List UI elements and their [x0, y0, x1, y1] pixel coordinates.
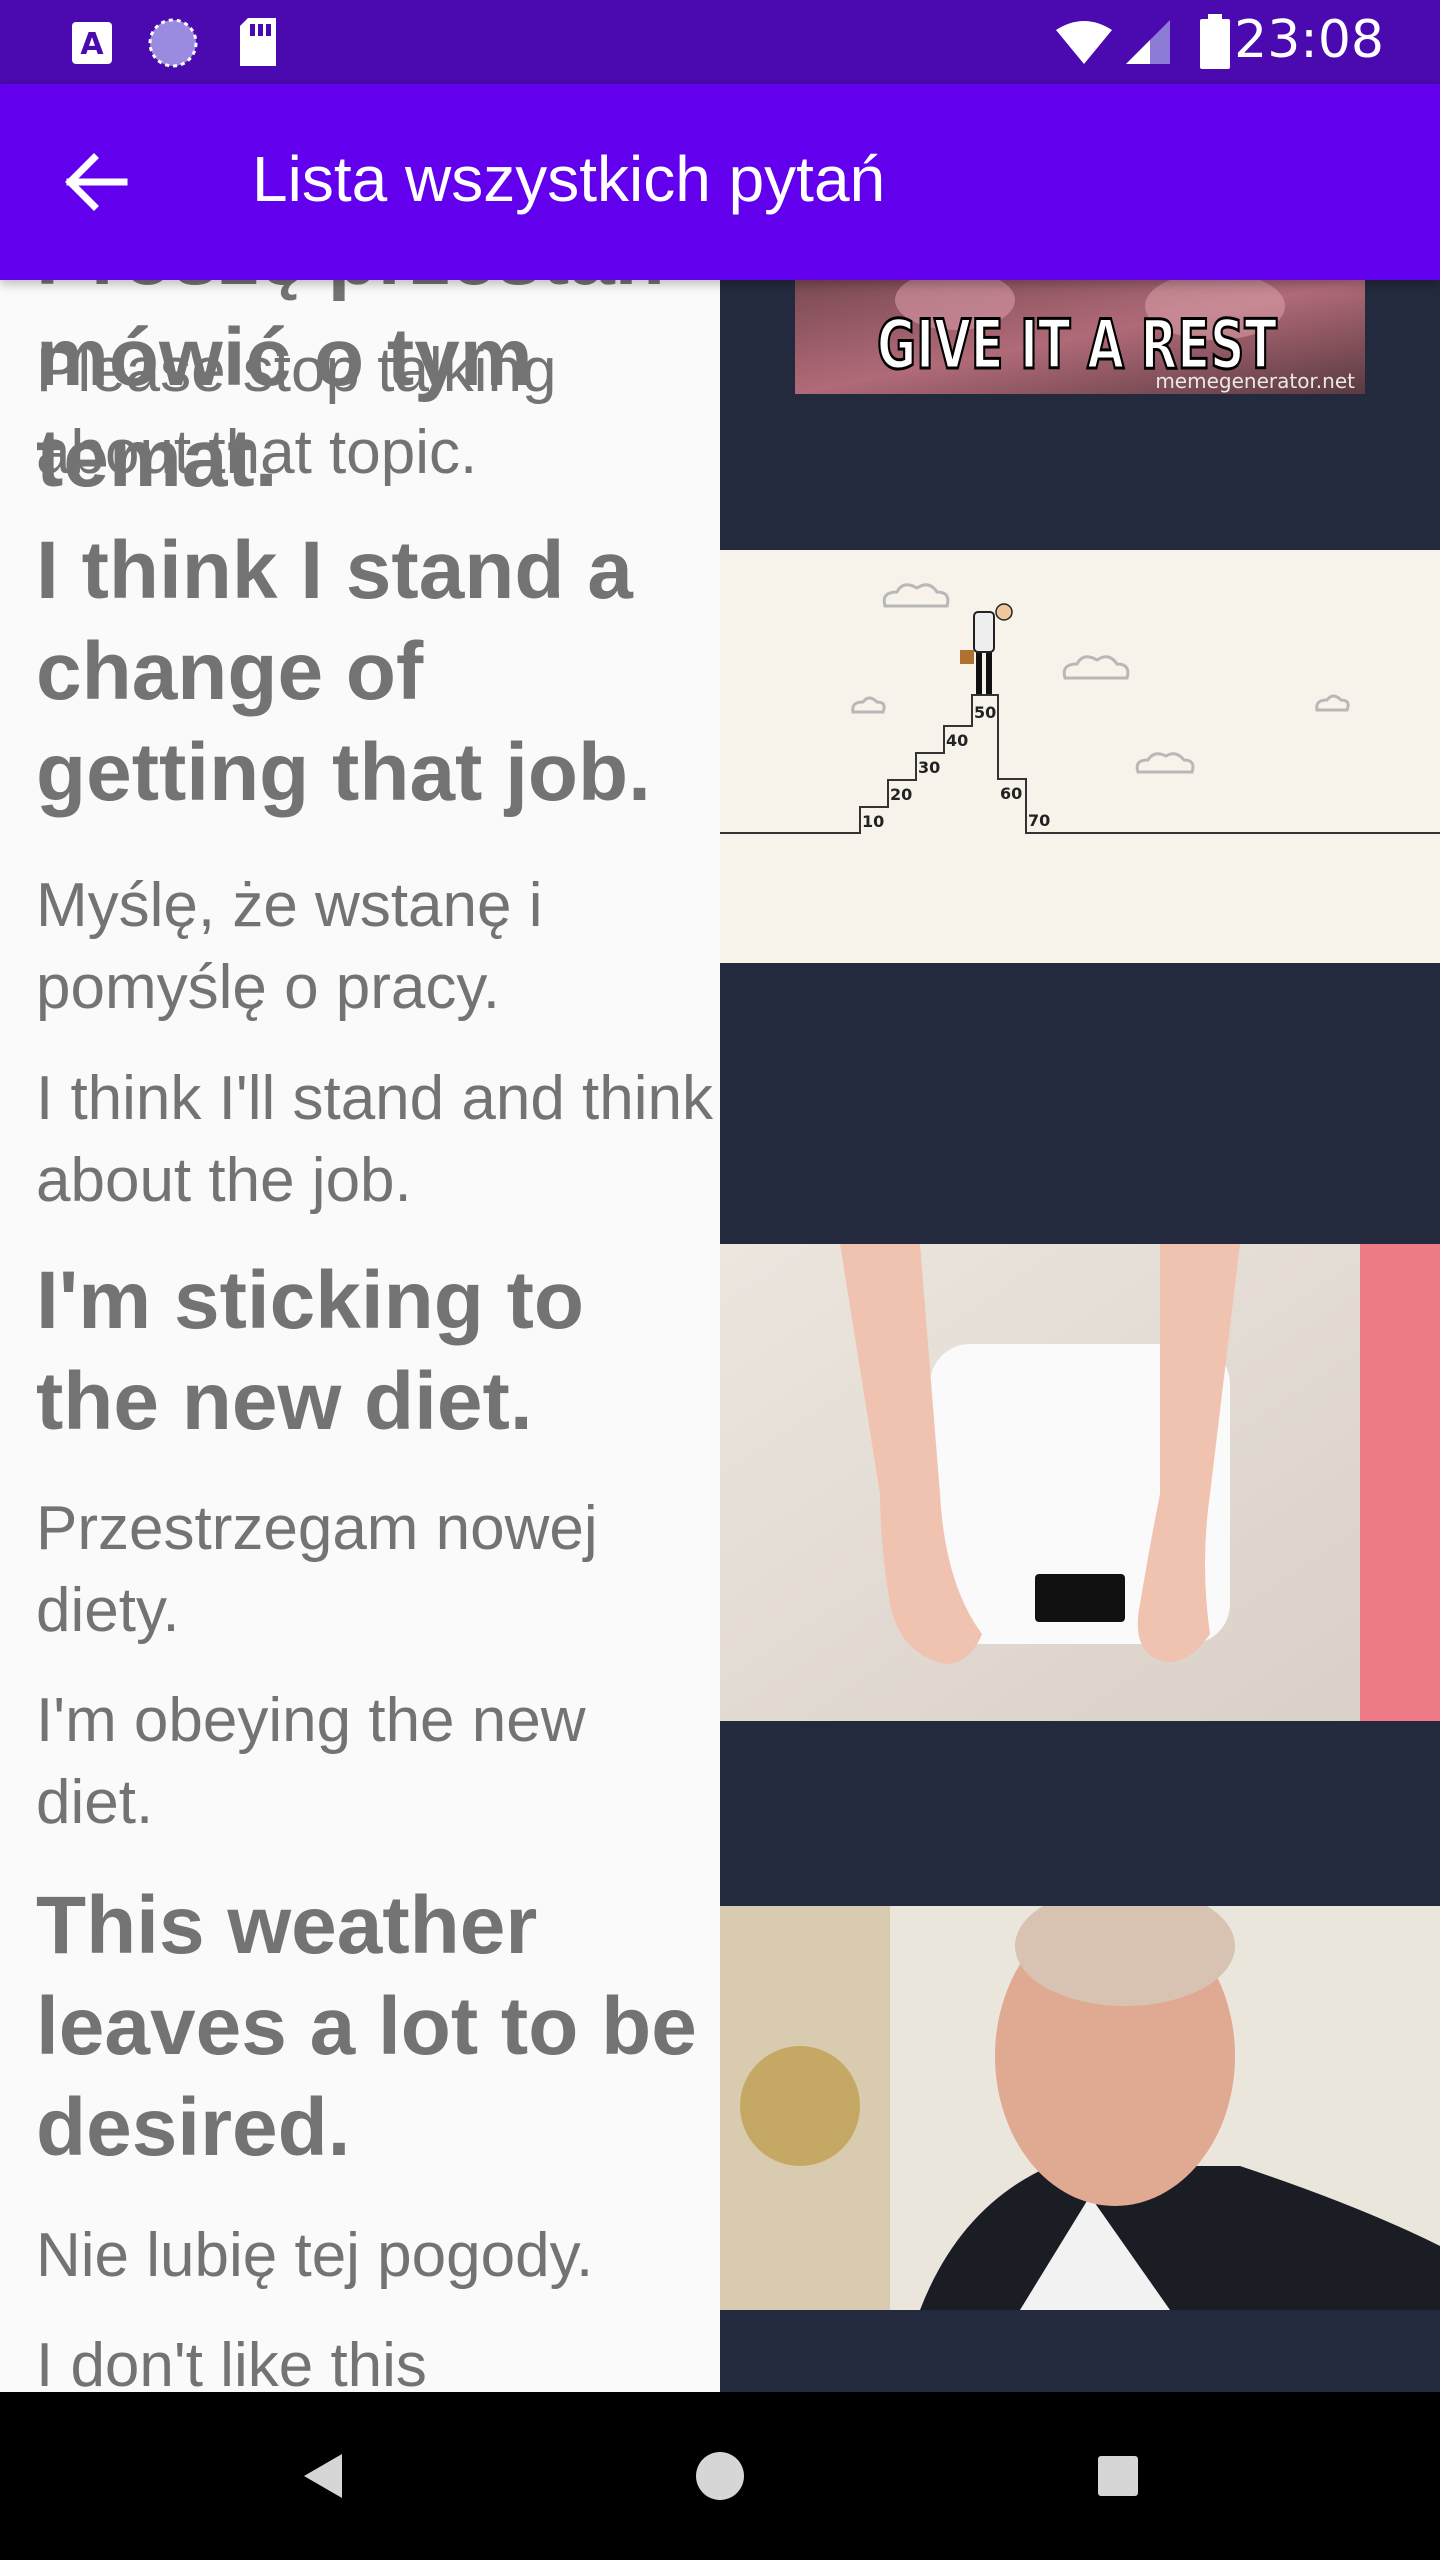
answer-text: Nie lubię tej pogody.: [36, 2221, 594, 2290]
status-time: 23:08: [1234, 10, 1384, 70]
page-title: Lista wszystkich pytań: [252, 143, 886, 215]
app-bar: Lista wszystkich pytań: [0, 84, 1440, 280]
text-notification-icon: A: [72, 22, 112, 64]
arrow-back-icon: [65, 153, 128, 211]
back-button[interactable]: [48, 134, 144, 230]
back-triangle-icon: [304, 2454, 342, 2498]
step-label: 30: [918, 758, 940, 777]
nav-home-button[interactable]: [680, 2436, 760, 2516]
step-label: 40: [946, 731, 968, 750]
recents-square-icon: [1098, 2456, 1138, 2496]
home-circle-icon: [696, 2452, 744, 2500]
meme-image: GIVE IT A REST memegenerator.net: [795, 280, 1365, 394]
step-label: 50: [974, 703, 996, 722]
sd-card-icon: [240, 18, 276, 66]
answer-text: I don't like this: [36, 2331, 427, 2392]
stairs-illustration: 10 20 30 40 50 60 70: [720, 550, 1440, 963]
nav-recents-button[interactable]: [1078, 2436, 1158, 2516]
question-text: I'm sticking to the new diet.: [36, 1255, 585, 1447]
answer-text: Przestrzegam nowej diety.: [36, 1494, 598, 1645]
answer-text: Myślę, że wstanę i pomyślę o pracy.: [36, 871, 543, 1022]
wifi-icon: [1056, 21, 1112, 64]
step-label: 70: [1028, 811, 1050, 830]
meme-watermark: memegenerator.net: [1155, 369, 1355, 393]
question-text: This weather leaves a lot to be desired.: [36, 1880, 697, 2173]
scale-photo: [720, 1244, 1440, 1721]
step-label: 20: [890, 785, 912, 804]
battery-icon: [1200, 14, 1230, 69]
answer-text: I'm obeying the new diet.: [36, 1686, 586, 1837]
portrait-photo: [720, 1906, 1440, 2310]
questions-list[interactable]: Proszę przestań mówić o tym temat. Pleas…: [0, 280, 1440, 2392]
status-bar: A 23:08: [0, 0, 1440, 84]
sync-circle-icon: [148, 18, 198, 68]
step-label: 10: [862, 812, 884, 831]
svg-text:A: A: [80, 27, 104, 62]
cell-signal-icon: [1126, 20, 1170, 64]
answer-text: I think I'll stand and think about the j…: [36, 1064, 714, 1215]
system-nav-bar: [0, 2392, 1440, 2560]
image-column: GIVE IT A REST memegenerator.net 10 20 3…: [720, 280, 1440, 2392]
answer-text: Please stop talking about that topic.: [36, 336, 557, 487]
question-text: I think I stand a change of getting that…: [36, 525, 651, 818]
step-label: 60: [1000, 784, 1022, 803]
businessman-figure: [960, 603, 1013, 694]
text-column: Proszę przestań mówić o tym temat. Pleas…: [0, 280, 720, 2392]
nav-back-button[interactable]: [282, 2436, 362, 2516]
